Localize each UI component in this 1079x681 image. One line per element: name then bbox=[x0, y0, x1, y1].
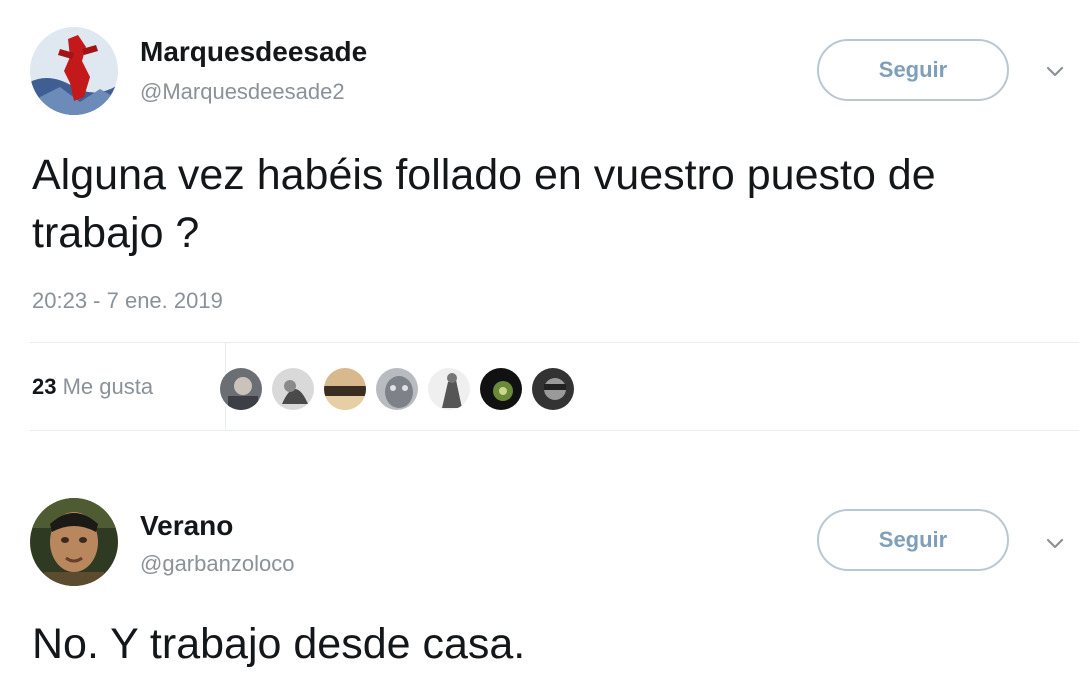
liker-avatar[interactable] bbox=[374, 366, 420, 412]
likes-label: Me gusta bbox=[62, 374, 154, 399]
liker-avatar[interactable] bbox=[426, 366, 472, 412]
user-handle[interactable]: @Marquesdeesade2 bbox=[140, 79, 345, 105]
tweet-original: Marquesdeesade @Marquesdeesade2 Seguir A… bbox=[0, 0, 1079, 440]
likes-count[interactable]: 23 Me gusta bbox=[32, 374, 153, 400]
liker-avatar[interactable] bbox=[322, 366, 368, 412]
likes-number: 23 bbox=[32, 374, 57, 399]
chevron-down-icon[interactable] bbox=[1043, 60, 1067, 84]
tweet-text: No. Y trabajo desde casa. bbox=[32, 620, 526, 668]
liker-avatar[interactable] bbox=[218, 366, 264, 412]
user-name[interactable]: Verano bbox=[140, 510, 233, 542]
chevron-down-icon[interactable] bbox=[1043, 532, 1067, 556]
red-figure-avatar-icon bbox=[30, 27, 118, 115]
avatar[interactable] bbox=[30, 27, 118, 115]
avatar[interactable] bbox=[30, 498, 118, 586]
user-handle[interactable]: @garbanzoloco bbox=[140, 551, 294, 577]
liker-avatar[interactable] bbox=[270, 366, 316, 412]
follow-button[interactable]: Seguir bbox=[817, 509, 1009, 571]
man-portrait-avatar-icon bbox=[30, 498, 118, 586]
tweet-text: Alguna vez habéis follado en vuestro pue… bbox=[32, 151, 936, 257]
divider bbox=[30, 342, 1079, 343]
follow-button[interactable]: Seguir bbox=[817, 39, 1009, 101]
user-name[interactable]: Marquesdeesade bbox=[140, 36, 367, 68]
tweet-reply: Verano @garbanzoloco Seguir No. Y trabaj… bbox=[0, 470, 1079, 681]
tweet-timestamp[interactable]: 20:23 - 7 ene. 2019 bbox=[32, 288, 223, 314]
liker-avatar[interactable] bbox=[530, 366, 576, 412]
divider bbox=[30, 430, 1079, 431]
liker-avatar[interactable] bbox=[478, 366, 524, 412]
